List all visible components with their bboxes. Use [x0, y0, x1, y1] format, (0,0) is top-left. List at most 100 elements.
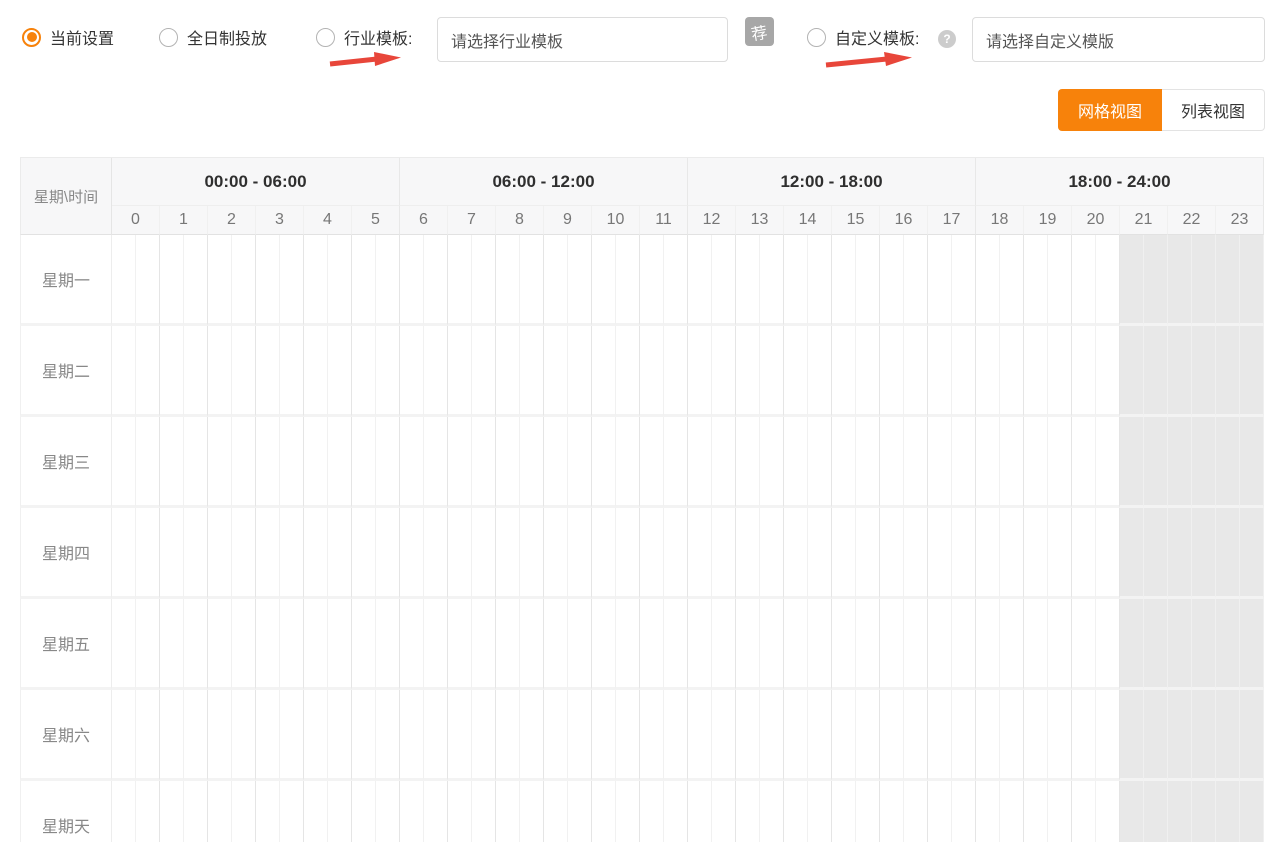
schedule-cell[interactable] [376, 690, 400, 781]
schedule-cell[interactable] [712, 235, 736, 326]
schedule-cell[interactable] [208, 781, 232, 842]
schedule-cell[interactable] [1216, 599, 1240, 690]
schedule-cell[interactable] [496, 235, 520, 326]
schedule-cell[interactable] [280, 417, 304, 508]
schedule-cell[interactable] [976, 690, 1000, 781]
schedule-cell[interactable] [808, 690, 832, 781]
schedule-cell[interactable] [304, 326, 328, 417]
schedule-cell[interactable] [1120, 417, 1144, 508]
schedule-cell[interactable] [208, 326, 232, 417]
schedule-cell[interactable] [904, 599, 928, 690]
schedule-cell[interactable] [880, 781, 904, 842]
schedule-cell[interactable] [1192, 326, 1216, 417]
schedule-cell[interactable] [880, 508, 904, 599]
schedule-cell[interactable] [520, 690, 544, 781]
custom-template-select[interactable]: 请选择自定义模版 [972, 17, 1265, 62]
schedule-cell[interactable] [1024, 599, 1048, 690]
schedule-cell[interactable] [448, 508, 472, 599]
schedule-cell[interactable] [280, 235, 304, 326]
schedule-cell[interactable] [160, 417, 184, 508]
schedule-cell[interactable] [1216, 781, 1240, 842]
schedule-cell[interactable] [1000, 326, 1024, 417]
schedule-cell[interactable] [856, 417, 880, 508]
schedule-cell[interactable] [1240, 781, 1264, 842]
schedule-cell[interactable] [544, 781, 568, 842]
schedule-cell[interactable] [328, 690, 352, 781]
schedule-cell[interactable] [664, 508, 688, 599]
schedule-cell[interactable] [352, 599, 376, 690]
schedule-cell[interactable] [1048, 508, 1072, 599]
schedule-cell[interactable] [160, 781, 184, 842]
schedule-cell[interactable] [880, 235, 904, 326]
schedule-cell[interactable] [448, 599, 472, 690]
schedule-cell[interactable] [784, 326, 808, 417]
schedule-cell[interactable] [424, 326, 448, 417]
schedule-cell[interactable] [592, 326, 616, 417]
schedule-cell[interactable] [160, 690, 184, 781]
schedule-cell[interactable] [184, 781, 208, 842]
schedule-cell[interactable] [304, 417, 328, 508]
schedule-cell[interactable] [496, 599, 520, 690]
schedule-cell[interactable] [400, 417, 424, 508]
schedule-cell[interactable] [520, 417, 544, 508]
schedule-cell[interactable] [520, 235, 544, 326]
schedule-cell[interactable] [976, 781, 1000, 842]
schedule-cell[interactable] [1024, 417, 1048, 508]
schedule-cell[interactable] [904, 508, 928, 599]
schedule-cell[interactable] [472, 690, 496, 781]
schedule-cell[interactable] [400, 508, 424, 599]
schedule-cell[interactable] [976, 508, 1000, 599]
schedule-cell[interactable] [520, 599, 544, 690]
schedule-cell[interactable] [832, 599, 856, 690]
schedule-cell[interactable] [616, 781, 640, 842]
schedule-cell[interactable] [256, 781, 280, 842]
schedule-cell[interactable] [1144, 235, 1168, 326]
industry-template-select[interactable]: 请选择行业模板 [437, 17, 728, 62]
schedule-cell[interactable] [1192, 417, 1216, 508]
schedule-cell[interactable] [952, 417, 976, 508]
schedule-cell[interactable] [904, 326, 928, 417]
schedule-cell[interactable] [640, 599, 664, 690]
schedule-cell[interactable] [904, 417, 928, 508]
schedule-cell[interactable] [976, 235, 1000, 326]
schedule-cell[interactable] [640, 508, 664, 599]
schedule-cell[interactable] [1192, 599, 1216, 690]
schedule-cell[interactable] [616, 599, 640, 690]
schedule-cell[interactable] [880, 417, 904, 508]
schedule-cell[interactable] [616, 235, 640, 326]
schedule-cell[interactable] [1144, 508, 1168, 599]
schedule-cell[interactable] [136, 690, 160, 781]
schedule-cell[interactable] [904, 235, 928, 326]
schedule-cell[interactable] [304, 781, 328, 842]
schedule-cell[interactable] [856, 781, 880, 842]
schedule-cell[interactable] [760, 326, 784, 417]
schedule-cell[interactable] [616, 417, 640, 508]
schedule-cell[interactable] [616, 508, 640, 599]
schedule-cell[interactable] [544, 599, 568, 690]
schedule-cell[interactable] [328, 417, 352, 508]
schedule-cell[interactable] [808, 781, 832, 842]
schedule-cell[interactable] [184, 326, 208, 417]
schedule-cell[interactable] [424, 781, 448, 842]
schedule-cell[interactable] [1168, 690, 1192, 781]
schedule-cell[interactable] [520, 326, 544, 417]
schedule-cell[interactable] [640, 781, 664, 842]
schedule-cell[interactable] [232, 235, 256, 326]
schedule-cell[interactable] [856, 690, 880, 781]
schedule-cell[interactable] [112, 326, 136, 417]
schedule-cell[interactable] [1072, 599, 1096, 690]
schedule-cell[interactable] [1168, 781, 1192, 842]
schedule-cell[interactable] [1216, 235, 1240, 326]
schedule-cell[interactable] [400, 235, 424, 326]
schedule-cell[interactable] [448, 235, 472, 326]
schedule-cell[interactable] [448, 326, 472, 417]
schedule-cell[interactable] [1000, 235, 1024, 326]
schedule-cell[interactable] [544, 417, 568, 508]
schedule-cell[interactable] [832, 417, 856, 508]
schedule-cell[interactable] [448, 690, 472, 781]
help-icon[interactable]: ? [938, 30, 956, 48]
schedule-cell[interactable] [448, 417, 472, 508]
schedule-cell[interactable] [520, 781, 544, 842]
schedule-cell[interactable] [112, 235, 136, 326]
schedule-cell[interactable] [280, 690, 304, 781]
